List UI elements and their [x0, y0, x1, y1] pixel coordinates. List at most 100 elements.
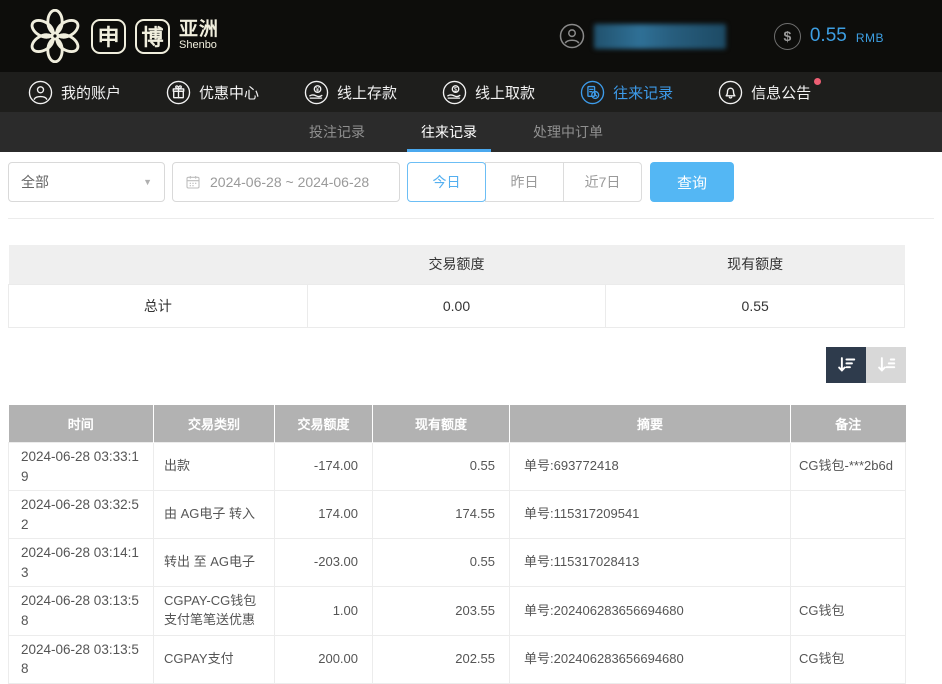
header-note: 备注 — [791, 405, 906, 443]
summary-header-balance: 现有额度 — [606, 245, 905, 284]
table-row: 2024-06-28 03:14:13 转出 至 AG电子 -203.00 0.… — [9, 539, 906, 587]
cell-time: 2024-06-28 03:32:52 — [9, 491, 154, 539]
topbar: 申 博 亚洲 Shenbo $ 0.55 RMB — [0, 0, 942, 72]
cell-summary: 单号:693772418 — [510, 443, 791, 491]
account-info[interactable] — [559, 23, 726, 49]
dollar-icon: $ — [774, 23, 801, 50]
cell-type: CGPAY支付 — [154, 635, 275, 683]
header-balance: 现有额度 — [373, 405, 510, 443]
sort-descending-button[interactable] — [826, 347, 866, 383]
sort-amount-asc-icon — [875, 354, 897, 376]
date-range-input[interactable]: 2024-06-28 ~ 2024-06-28 — [172, 162, 400, 202]
nav-item-deposit[interactable]: ¥ 线上存款 — [304, 80, 397, 105]
nav-item-label: 优惠中心 — [199, 82, 259, 103]
cell-amount: 174.00 — [275, 491, 373, 539]
header-type: 交易类别 — [154, 405, 275, 443]
nav-item-label: 线上取款 — [475, 82, 535, 103]
cell-type: CGPAY-CG钱包支付笔笔送优惠 — [154, 587, 275, 635]
summary-header-trade: 交易额度 — [307, 245, 606, 284]
cell-note: CG钱包-***2b6d — [791, 443, 906, 491]
yesterday-button[interactable]: 昨日 — [485, 162, 564, 202]
cell-balance: 0.55 — [373, 539, 510, 587]
cell-amount: 200.00 — [275, 635, 373, 683]
nav-item-my-account[interactable]: 我的账户 — [28, 80, 121, 105]
cell-time: 2024-06-28 03:14:13 — [9, 539, 154, 587]
tab-pending-orders[interactable]: 处理中订单 — [519, 112, 617, 152]
table-row: 2024-06-28 03:33:19 出款 -174.00 0.55 单号:6… — [9, 443, 906, 491]
summary-total-balance: 0.55 — [606, 284, 905, 327]
brand-subtitle: Shenbo — [179, 40, 219, 52]
summary-total-label: 总计 — [9, 284, 308, 327]
chevron-down-icon: ▼ — [143, 177, 152, 187]
tab-bet-records[interactable]: 投注记录 — [295, 112, 379, 152]
cell-amount: -174.00 — [275, 443, 373, 491]
cell-note: CG钱包 — [791, 587, 906, 635]
nav-item-label: 信息公告 — [751, 82, 811, 103]
cell-time: 2024-06-28 03:33:19 — [9, 443, 154, 491]
avatar-icon — [559, 23, 585, 49]
svg-text:¥: ¥ — [316, 86, 320, 93]
category-select-value: 全部 — [21, 172, 49, 192]
nav-item-promotions[interactable]: 优惠中心 — [166, 80, 259, 105]
filter-bar: 全部 ▼ 2024-06-28 ~ 2024-06-28 今日 昨日 近7日 查… — [8, 162, 934, 202]
table-row: 2024-06-28 03:13:58 CGPAY支付 200.00 202.5… — [9, 635, 906, 683]
brand-region-block: 亚洲 Shenbo — [179, 20, 219, 51]
cell-note: CG钱包 — [791, 635, 906, 683]
brand-region: 亚洲 — [179, 20, 219, 40]
transactions-table: 时间 交易类别 交易额度 现有额度 摘要 备注 2024-06-28 03:33… — [8, 405, 906, 684]
sort-controls — [36, 347, 906, 383]
cell-amount: 1.00 — [275, 587, 373, 635]
cell-note — [791, 491, 906, 539]
records-icon — [580, 80, 605, 105]
balance-amount: 0.55 — [810, 25, 847, 47]
cell-summary: 单号:202406283656694680 — [510, 635, 791, 683]
date-range-value: 2024-06-28 ~ 2024-06-28 — [210, 174, 369, 190]
nav-item-withdraw[interactable]: $ 线上取款 — [442, 80, 535, 105]
cell-time: 2024-06-28 03:13:58 — [9, 635, 154, 683]
summary-table: 交易额度 现有额度 总计 0.00 0.55 — [8, 245, 905, 328]
tab-transaction-records[interactable]: 往来记录 — [407, 112, 491, 152]
cell-balance: 202.55 — [373, 635, 510, 683]
nav-item-announcements[interactable]: 信息公告 — [718, 80, 811, 105]
nav-item-transactions[interactable]: 往来记录 — [580, 80, 673, 105]
table-row: 2024-06-28 03:32:52 由 AG电子 转入 174.00 174… — [9, 491, 906, 539]
header-amount: 交易额度 — [275, 405, 373, 443]
header-summary: 摘要 — [510, 405, 791, 443]
topbar-right: $ 0.55 RMB — [559, 23, 884, 50]
cell-type: 出款 — [154, 443, 275, 491]
nav-item-label: 往来记录 — [613, 82, 673, 103]
cell-balance: 0.55 — [373, 443, 510, 491]
balance-currency: RMB — [856, 27, 884, 45]
balance-display[interactable]: $ 0.55 RMB — [774, 23, 884, 50]
bell-icon — [718, 80, 743, 105]
summary-total-row: 总计 0.00 0.55 — [9, 284, 905, 327]
flower-logo-icon — [28, 9, 82, 63]
search-button[interactable]: 查询 — [650, 162, 734, 202]
category-select[interactable]: 全部 ▼ — [8, 162, 165, 202]
gift-icon — [166, 80, 191, 105]
table-row: 2024-06-28 03:13:58 CGPAY-CG钱包支付笔笔送优惠 1.… — [9, 587, 906, 635]
cell-balance: 174.55 — [373, 491, 510, 539]
deposit-icon: ¥ — [304, 80, 329, 105]
brand-char-1: 申 — [91, 19, 126, 54]
notification-dot — [814, 78, 821, 85]
sort-amount-desc-icon — [835, 354, 857, 376]
cell-summary: 单号:202406283656694680 — [510, 587, 791, 635]
cell-type: 转出 至 AG电子 — [154, 539, 275, 587]
summary-total-trade: 0.00 — [307, 284, 606, 327]
summary-header-empty — [9, 245, 308, 284]
today-button[interactable]: 今日 — [407, 162, 486, 202]
transactions-header-row: 时间 交易类别 交易额度 现有额度 摘要 备注 — [9, 405, 906, 443]
calendar-icon — [185, 174, 201, 190]
brand-char-2: 博 — [135, 19, 170, 54]
nav-item-label: 线上存款 — [337, 82, 397, 103]
quick-date-group: 今日 昨日 近7日 — [407, 162, 642, 202]
cell-amount: -203.00 — [275, 539, 373, 587]
record-subtabs: 投注记录 往来记录 处理中订单 — [0, 112, 942, 152]
cell-type: 由 AG电子 转入 — [154, 491, 275, 539]
cell-balance: 203.55 — [373, 587, 510, 635]
brand-logo[interactable]: 申 博 亚洲 Shenbo — [28, 9, 219, 63]
sort-ascending-button[interactable] — [866, 347, 906, 383]
svg-text:$: $ — [454, 86, 458, 93]
last7days-button[interactable]: 近7日 — [563, 162, 642, 202]
